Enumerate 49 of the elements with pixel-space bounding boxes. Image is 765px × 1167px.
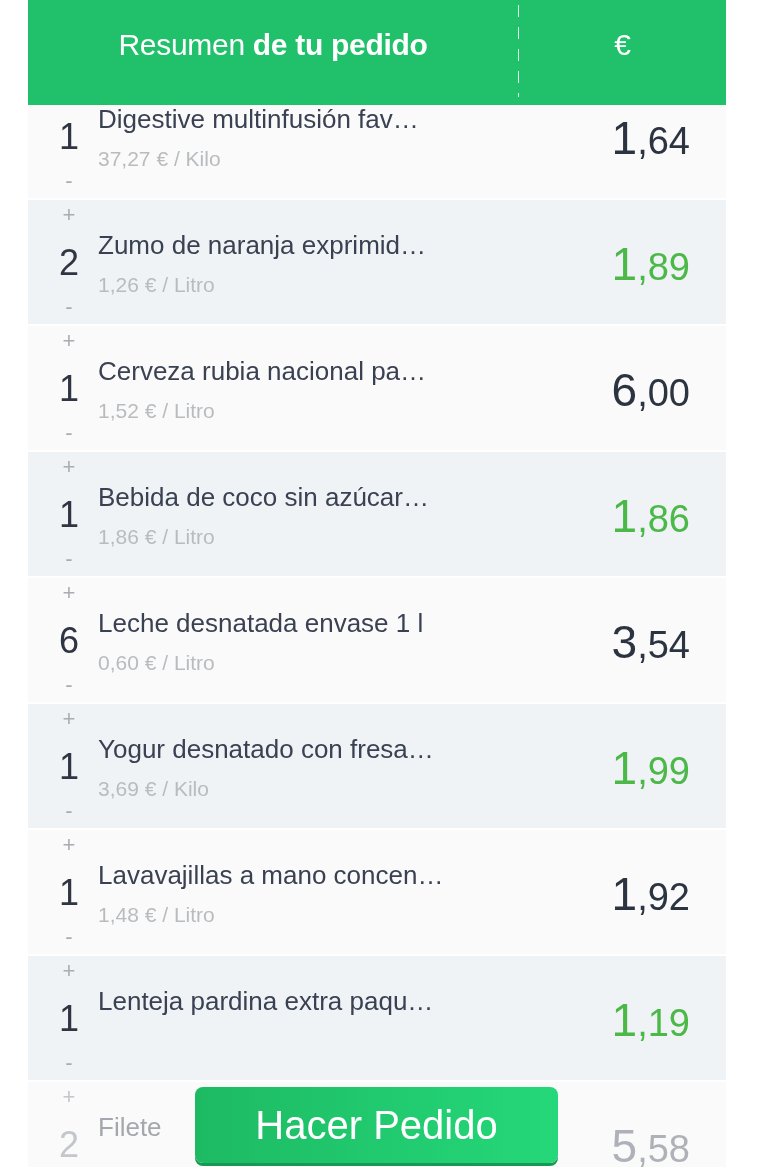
decrease-button[interactable]: - — [61, 673, 77, 697]
line-price: 1,92 — [611, 874, 690, 922]
currency-heading: € — [614, 27, 631, 62]
line-price: 1,64 — [611, 118, 690, 166]
place-order-button[interactable]: Hacer Pedido — [195, 1087, 558, 1163]
increase-button[interactable]: + — [58, 581, 80, 605]
product-name: Lenteja pardina extra paqu… — [98, 985, 434, 1017]
quantity-value: 1 — [59, 495, 79, 535]
product-name: Filete — [98, 1111, 162, 1143]
product-name: Leche desnatada envase 1 l — [98, 607, 424, 639]
increase-button[interactable]: + — [58, 959, 80, 983]
quantity-value: 1 — [59, 117, 79, 157]
decrease-button[interactable]: - — [61, 799, 77, 823]
unit-price: 0,60 € / Litro — [98, 650, 215, 676]
line-price: 1,19 — [611, 1000, 690, 1048]
decrease-button[interactable]: - — [61, 421, 77, 445]
decrease-button[interactable]: - — [61, 547, 77, 571]
increase-button[interactable]: + — [58, 1085, 80, 1109]
line-price: 6,00 — [611, 370, 690, 418]
product-name: Bebida de coco sin azúcar… — [98, 481, 429, 513]
unit-price: 1,52 € / Litro — [98, 398, 215, 424]
increase-button[interactable]: + — [58, 455, 80, 479]
quantity-value: 6 — [59, 621, 79, 661]
increase-button[interactable]: + — [58, 329, 80, 353]
product-name: Cerveza rubia nacional pa… — [98, 355, 427, 387]
quantity-value: 1 — [59, 747, 79, 787]
increase-button[interactable]: + — [58, 833, 80, 857]
line-price: 1,89 — [611, 244, 690, 292]
line-price: 5,58 — [611, 1126, 690, 1167]
line-price: 1,99 — [611, 748, 690, 796]
unit-price: 37,27 € / Kilo — [98, 146, 221, 172]
quantity-value: 1 — [59, 873, 79, 913]
quantity-value: 1 — [59, 999, 79, 1039]
product-name: Yogur desnatado con fresa… — [98, 733, 434, 765]
increase-button[interactable]: + — [58, 203, 80, 227]
increase-button[interactable]: + — [58, 707, 80, 731]
decrease-button[interactable]: - — [61, 295, 77, 319]
product-name: Zumo de naranja exprimid… — [98, 229, 427, 261]
line-price: 1,86 — [611, 496, 690, 544]
product-name: Digestive multinfusión fav… — [98, 105, 419, 135]
summary-title: Resumen de tu pedido — [118, 27, 428, 62]
decrease-button[interactable]: - — [61, 1051, 77, 1075]
quantity-value: 2 — [59, 243, 79, 283]
product-name: Lavavajillas a mano concen… — [98, 859, 444, 891]
line-price: 3,54 — [611, 622, 690, 670]
quantity-value: 1 — [59, 369, 79, 409]
unit-price: 1,48 € / Litro — [98, 902, 215, 928]
decrease-button[interactable]: - — [61, 169, 77, 193]
decrease-button[interactable]: - — [61, 925, 77, 949]
